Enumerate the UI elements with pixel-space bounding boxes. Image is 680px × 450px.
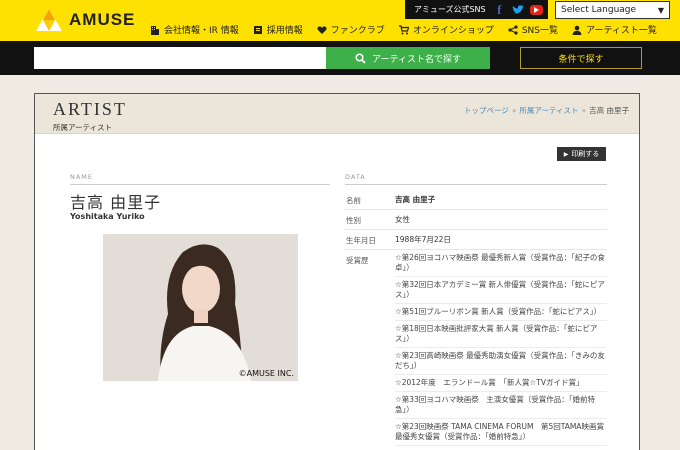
nav-label: SNS一覧 (521, 26, 558, 36)
language-select-value: Select Language (561, 5, 637, 15)
nav-item-fanclub[interactable]: ファンクラブ (317, 23, 385, 36)
artist-content-frame: ARTIST 所属アーティスト トップページ» 所属アーティスト» 吉高 由里子 ▶… (34, 93, 640, 450)
nav-label: ファンクラブ (330, 26, 385, 36)
search-bar: アーティスト名で探す 条件で探す (0, 41, 680, 75)
list-item: ☆2012年度 エランドール賞 「新人賞☆TVガイド賞」 (395, 375, 607, 392)
building-icon (151, 25, 159, 35)
artist-search-button[interactable]: アーティスト名で探す (326, 47, 490, 69)
row-value: 女性 (395, 215, 410, 224)
divider (345, 184, 607, 185)
breadcrumb-current: 吉高 由里子 (589, 106, 629, 115)
name-section-label: NAME (70, 173, 94, 181)
profile-data-table: 名前 吉高 由里子 性別 女性 生年月日 1988年7月22日 受賞歴 ☆第26… (345, 190, 607, 446)
sns-bar: アミューズ公式SNS f (405, 0, 548, 19)
search-button-label: アーティスト名で探す (372, 54, 461, 65)
divider (70, 184, 330, 185)
artist-name-jp: 吉高 由里子 (70, 193, 162, 212)
facebook-icon[interactable]: f (493, 2, 506, 17)
recruit-icon (253, 25, 262, 34)
artist-name-en: Yoshitaka Yuriko (70, 212, 145, 221)
photo-credit: ©AMUSE INC. (238, 369, 294, 378)
print-label: 印刷する (571, 150, 600, 158)
list-item: ☆第32回日本アカデミー賞 新人俳優賞（受賞作品：「蛇にピアス」） (395, 277, 607, 304)
list-item: ☆第51回ブルーリボン賞 新人賞（受賞作品：「蛇にピアス」） (395, 304, 607, 321)
row-value: 吉高 由里子 (395, 195, 436, 204)
page-title: ARTIST (53, 99, 127, 119)
row-key: 受賞歴 (346, 256, 369, 265)
list-item: ☆第23回映画祭 TAMA CINEMA FORUM 第5回TAMA映画賞 最優… (395, 419, 607, 446)
nav-label: アーティスト一覧 (586, 26, 657, 36)
row-key: 性別 (346, 216, 361, 225)
breadcrumb-separator-icon: » (511, 106, 517, 115)
profile-row-gender: 性別 女性 (345, 210, 607, 230)
page-subtitle: 所属アーティスト (53, 123, 113, 132)
twitter-icon[interactable] (511, 3, 524, 17)
portrait-illustration (103, 234, 298, 381)
nav-label: 採用情報 (266, 26, 303, 36)
artist-photo: ©AMUSE INC. (103, 234, 298, 381)
search-icon (355, 52, 366, 64)
list-item: ☆第26回ヨコハマ映画祭 最優秀新人賞（受賞作品：「紀子の食卓」） (395, 250, 607, 277)
nav-item-company[interactable]: 会社情報・IR 情報 (150, 23, 239, 36)
youtube-icon[interactable] (529, 4, 543, 15)
breadcrumb: トップページ» 所属アーティスト» 吉高 由里子 (464, 105, 629, 116)
condition-search-button[interactable]: 条件で探す (520, 47, 642, 69)
page-header: ARTIST 所属アーティスト トップページ» 所属アーティスト» 吉高 由里子 (35, 94, 639, 134)
data-section-label: DATA (345, 173, 366, 181)
nav-item-shop[interactable]: オンラインショップ (398, 23, 494, 36)
breadcrumb-top[interactable]: トップページ (464, 106, 509, 115)
nav-item-recruit[interactable]: 採用情報 (253, 23, 303, 36)
language-select[interactable]: Select Language ▼ (555, 1, 670, 19)
profile-row-name: 名前 吉高 由里子 (345, 190, 607, 210)
artist-search-input[interactable] (34, 47, 326, 69)
list-item: ☆第18回日本映画批評家大賞 新人賞（受賞作品：「蛇にピアス」） (395, 321, 607, 348)
awards-list: ☆第26回ヨコハマ映画祭 最優秀新人賞（受賞作品：「紀子の食卓」） ☆第32回日… (395, 250, 607, 446)
logo-text: AMUSE (69, 10, 136, 29)
profile-row-awards: 受賞歴 ☆第26回ヨコハマ映画祭 最優秀新人賞（受賞作品：「紀子の食卓」） ☆第… (345, 250, 607, 446)
amuse-logo[interactable]: AMUSE (35, 8, 135, 32)
nav-label: オンラインショップ (412, 26, 494, 36)
cart-icon (398, 24, 409, 34)
list-item: ☆第33回ヨコハマ映画祭 主演女優賞（受賞作品：「婚前特急」） (395, 392, 607, 419)
row-value: 1988年7月22日 (395, 235, 451, 244)
row-key: 生年月日 (346, 236, 376, 245)
person-icon (572, 25, 582, 35)
breadcrumb-separator-icon: » (581, 106, 587, 115)
amuse-logo-mark-icon (36, 9, 62, 31)
print-button[interactable]: ▶ 印刷する (557, 147, 606, 161)
heart-icon (317, 25, 327, 34)
share-icon (508, 24, 518, 35)
sns-label: アミューズ公式SNS (414, 5, 486, 14)
nav-item-sns[interactable]: SNS一覧 (508, 23, 558, 36)
nav-item-artists[interactable]: アーティスト一覧 (572, 23, 657, 36)
main-nav: 会社情報・IR 情報 採用情報 ファンクラブ オンラインショップ SNS一覧 ア… (150, 23, 671, 36)
dropdown-triangle-icon: ▼ (657, 5, 664, 15)
nav-label: 会社情報・IR 情報 (164, 26, 239, 36)
play-triangle-icon: ▶ (563, 150, 569, 158)
breadcrumb-artists[interactable]: 所属アーティスト (519, 106, 578, 115)
list-item: ☆第23回高崎映画祭 最優秀助演女優賞（受賞作品：「きみの友だち」） (395, 348, 607, 375)
site-header: AMUSE アミューズ公式SNS f Select Language ▼ 会社情… (0, 0, 680, 41)
profile-row-birthday: 生年月日 1988年7月22日 (345, 230, 607, 250)
condition-button-label: 条件で探す (558, 54, 604, 65)
row-key: 名前 (346, 196, 361, 205)
